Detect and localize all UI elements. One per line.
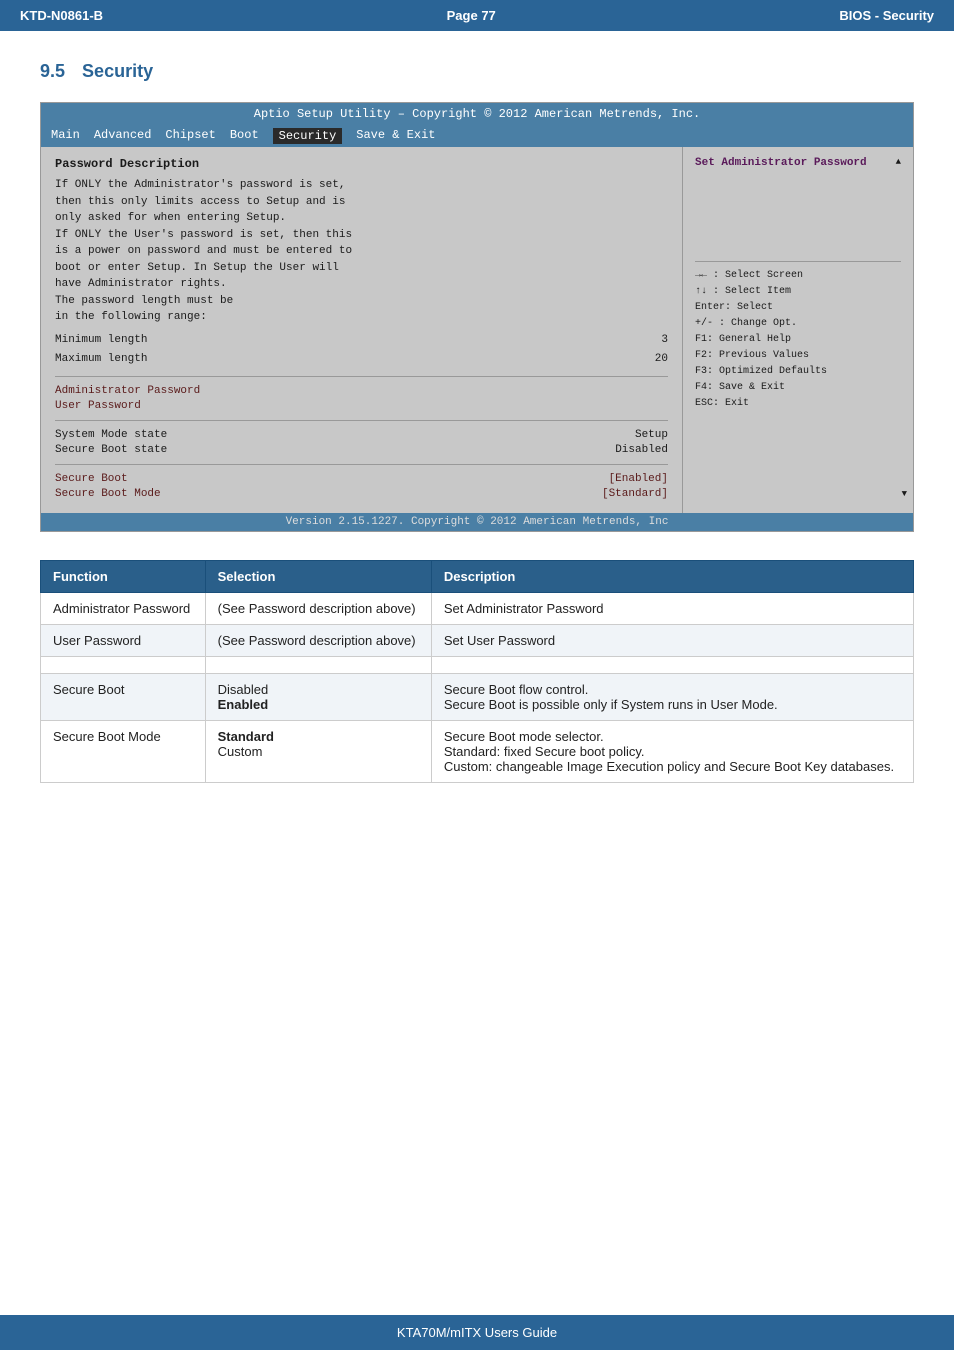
td-selection: (See Password description above) xyxy=(205,624,431,656)
security-table: Function Selection Description Administr… xyxy=(40,560,914,783)
bios-user-password[interactable]: User Password xyxy=(55,400,668,412)
bios-help-enter: Enter: Select xyxy=(695,300,901,316)
th-function: Function xyxy=(41,560,206,592)
bios-min-length-row: Minimum length 3 xyxy=(55,332,668,349)
td-description: Secure Boot flow control.Secure Boot is … xyxy=(431,673,913,720)
bios-left-panel: Password Description If ONLY the Adminis… xyxy=(41,147,683,513)
td-description: Secure Boot mode selector.Standard: fixe… xyxy=(431,720,913,782)
bios-menu-boot[interactable]: Boot xyxy=(230,128,259,144)
bios-max-length-row: Maximum length 20 xyxy=(55,351,668,368)
bios-help-f2: F2: Previous Values xyxy=(695,348,901,364)
bios-system-mode-value: Setup xyxy=(635,429,668,441)
bios-secure-boot-label: Secure Boot xyxy=(55,473,128,485)
td-function: Secure Boot xyxy=(41,673,206,720)
bios-desc-text: If ONLY the Administrator's password is … xyxy=(55,177,668,368)
bios-help-f3: F3: Optimized Defaults xyxy=(695,364,901,380)
bios-secure-boot-mode-value: [Standard] xyxy=(602,488,668,500)
bios-min-label: Minimum length xyxy=(55,332,147,349)
bios-desc-title: Password Description xyxy=(55,157,668,171)
bios-secure-boot-state-label: Secure Boot state xyxy=(55,444,167,456)
table-row: User Password (See Password description … xyxy=(41,624,914,656)
td-empty-2 xyxy=(205,656,431,673)
td-selection: (See Password description above) xyxy=(205,592,431,624)
bios-box: Aptio Setup Utility – Copyright © 2012 A… xyxy=(40,102,914,532)
bios-right-panel: Set Administrator Password ▲ →← : Select… xyxy=(683,147,913,513)
header-center: Page 77 xyxy=(447,8,496,23)
bios-min-value: 3 xyxy=(661,332,668,349)
td-function: Administrator Password xyxy=(41,592,206,624)
td-description: Set Administrator Password xyxy=(431,592,913,624)
bios-menu-save-exit[interactable]: Save & Exit xyxy=(356,128,435,144)
td-selection: DisabledEnabled xyxy=(205,673,431,720)
bios-secure-boot-state-value: Disabled xyxy=(615,444,668,456)
bios-help-change: +/- : Change Opt. xyxy=(695,316,901,332)
section-title: 9.5 Security xyxy=(40,61,914,82)
td-empty-1 xyxy=(41,656,206,673)
bios-set-admin-pw: Set Administrator Password xyxy=(695,157,867,169)
bios-max-value: 20 xyxy=(655,351,668,368)
header-right: BIOS - Security xyxy=(839,8,934,23)
bios-menu-chipset[interactable]: Chipset xyxy=(165,128,215,144)
bios-help-select-item: ↑↓ : Select Item xyxy=(695,284,901,300)
bios-help-f1: F1: General Help xyxy=(695,332,901,348)
page-footer: KTA70M/mITX Users Guide xyxy=(0,1315,954,1350)
bios-separator-2 xyxy=(55,420,668,421)
bios-right-separator xyxy=(695,261,901,262)
th-description: Description xyxy=(431,560,913,592)
bios-system-mode-label: System Mode state xyxy=(55,429,167,441)
tri-down-icon: ▼ xyxy=(902,489,907,499)
bios-menu-security[interactable]: Security xyxy=(273,128,343,144)
bios-inner: Password Description If ONLY the Adminis… xyxy=(41,147,913,513)
bios-secure-boot-row[interactable]: Secure Boot [Enabled] xyxy=(55,473,668,485)
bios-admin-password[interactable]: Administrator Password xyxy=(55,385,668,397)
th-selection: Selection xyxy=(205,560,431,592)
section-number: 9.5 xyxy=(40,61,65,81)
bios-titlebar: Aptio Setup Utility – Copyright © 2012 A… xyxy=(41,103,913,125)
table-row-empty xyxy=(41,656,914,673)
bios-separator-1 xyxy=(55,376,668,377)
bios-secure-boot-mode-label: Secure Boot Mode xyxy=(55,488,161,500)
bios-menubar: Main Advanced Chipset Boot Security Save… xyxy=(41,125,913,147)
td-bold-enabled: Enabled xyxy=(218,697,269,712)
table-row: Secure Boot Mode StandardCustom Secure B… xyxy=(41,720,914,782)
bios-help-f4: F4: Save & Exit xyxy=(695,380,901,396)
bios-separator-3 xyxy=(55,464,668,465)
bios-secure-boot-mode-row[interactable]: Secure Boot Mode [Standard] xyxy=(55,488,668,500)
bios-system-mode-row: System Mode state Setup xyxy=(55,429,668,441)
td-function: User Password xyxy=(41,624,206,656)
bios-secure-boot-value: [Enabled] xyxy=(609,473,668,485)
td-bold-standard: Standard xyxy=(218,729,274,744)
tri-up-icon: ▲ xyxy=(896,157,901,167)
table-header-row: Function Selection Description xyxy=(41,560,914,592)
table-row: Administrator Password (See Password des… xyxy=(41,592,914,624)
main-content: 9.5 Security Aptio Setup Utility – Copyr… xyxy=(0,31,954,813)
td-empty-3 xyxy=(431,656,913,673)
td-function: Secure Boot Mode xyxy=(41,720,206,782)
bios-footer: Version 2.15.1227. Copyright © 2012 Amer… xyxy=(41,513,913,531)
bios-right-top: Set Administrator Password xyxy=(695,157,867,247)
bios-help-select-screen: →← : Select Screen xyxy=(695,268,901,284)
table-row: Secure Boot DisabledEnabled Secure Boot … xyxy=(41,673,914,720)
section-heading: Security xyxy=(82,61,153,81)
header-left: KTD-N0861-B xyxy=(20,8,103,23)
td-description: Set User Password xyxy=(431,624,913,656)
bios-help-esc: ESC: Exit xyxy=(695,396,901,412)
bios-secure-boot-state-row: Secure Boot state Disabled xyxy=(55,444,668,456)
td-selection: StandardCustom xyxy=(205,720,431,782)
footer-text: KTA70M/mITX Users Guide xyxy=(397,1325,557,1340)
bios-menu-advanced[interactable]: Advanced xyxy=(94,128,152,144)
bios-menu-main[interactable]: Main xyxy=(51,128,80,144)
bios-max-label: Maximum length xyxy=(55,351,147,368)
bios-help-panel: →← : Select Screen ↑↓ : Select Item Ente… xyxy=(695,268,901,412)
header-bar: KTD-N0861-B Page 77 BIOS - Security xyxy=(0,0,954,31)
